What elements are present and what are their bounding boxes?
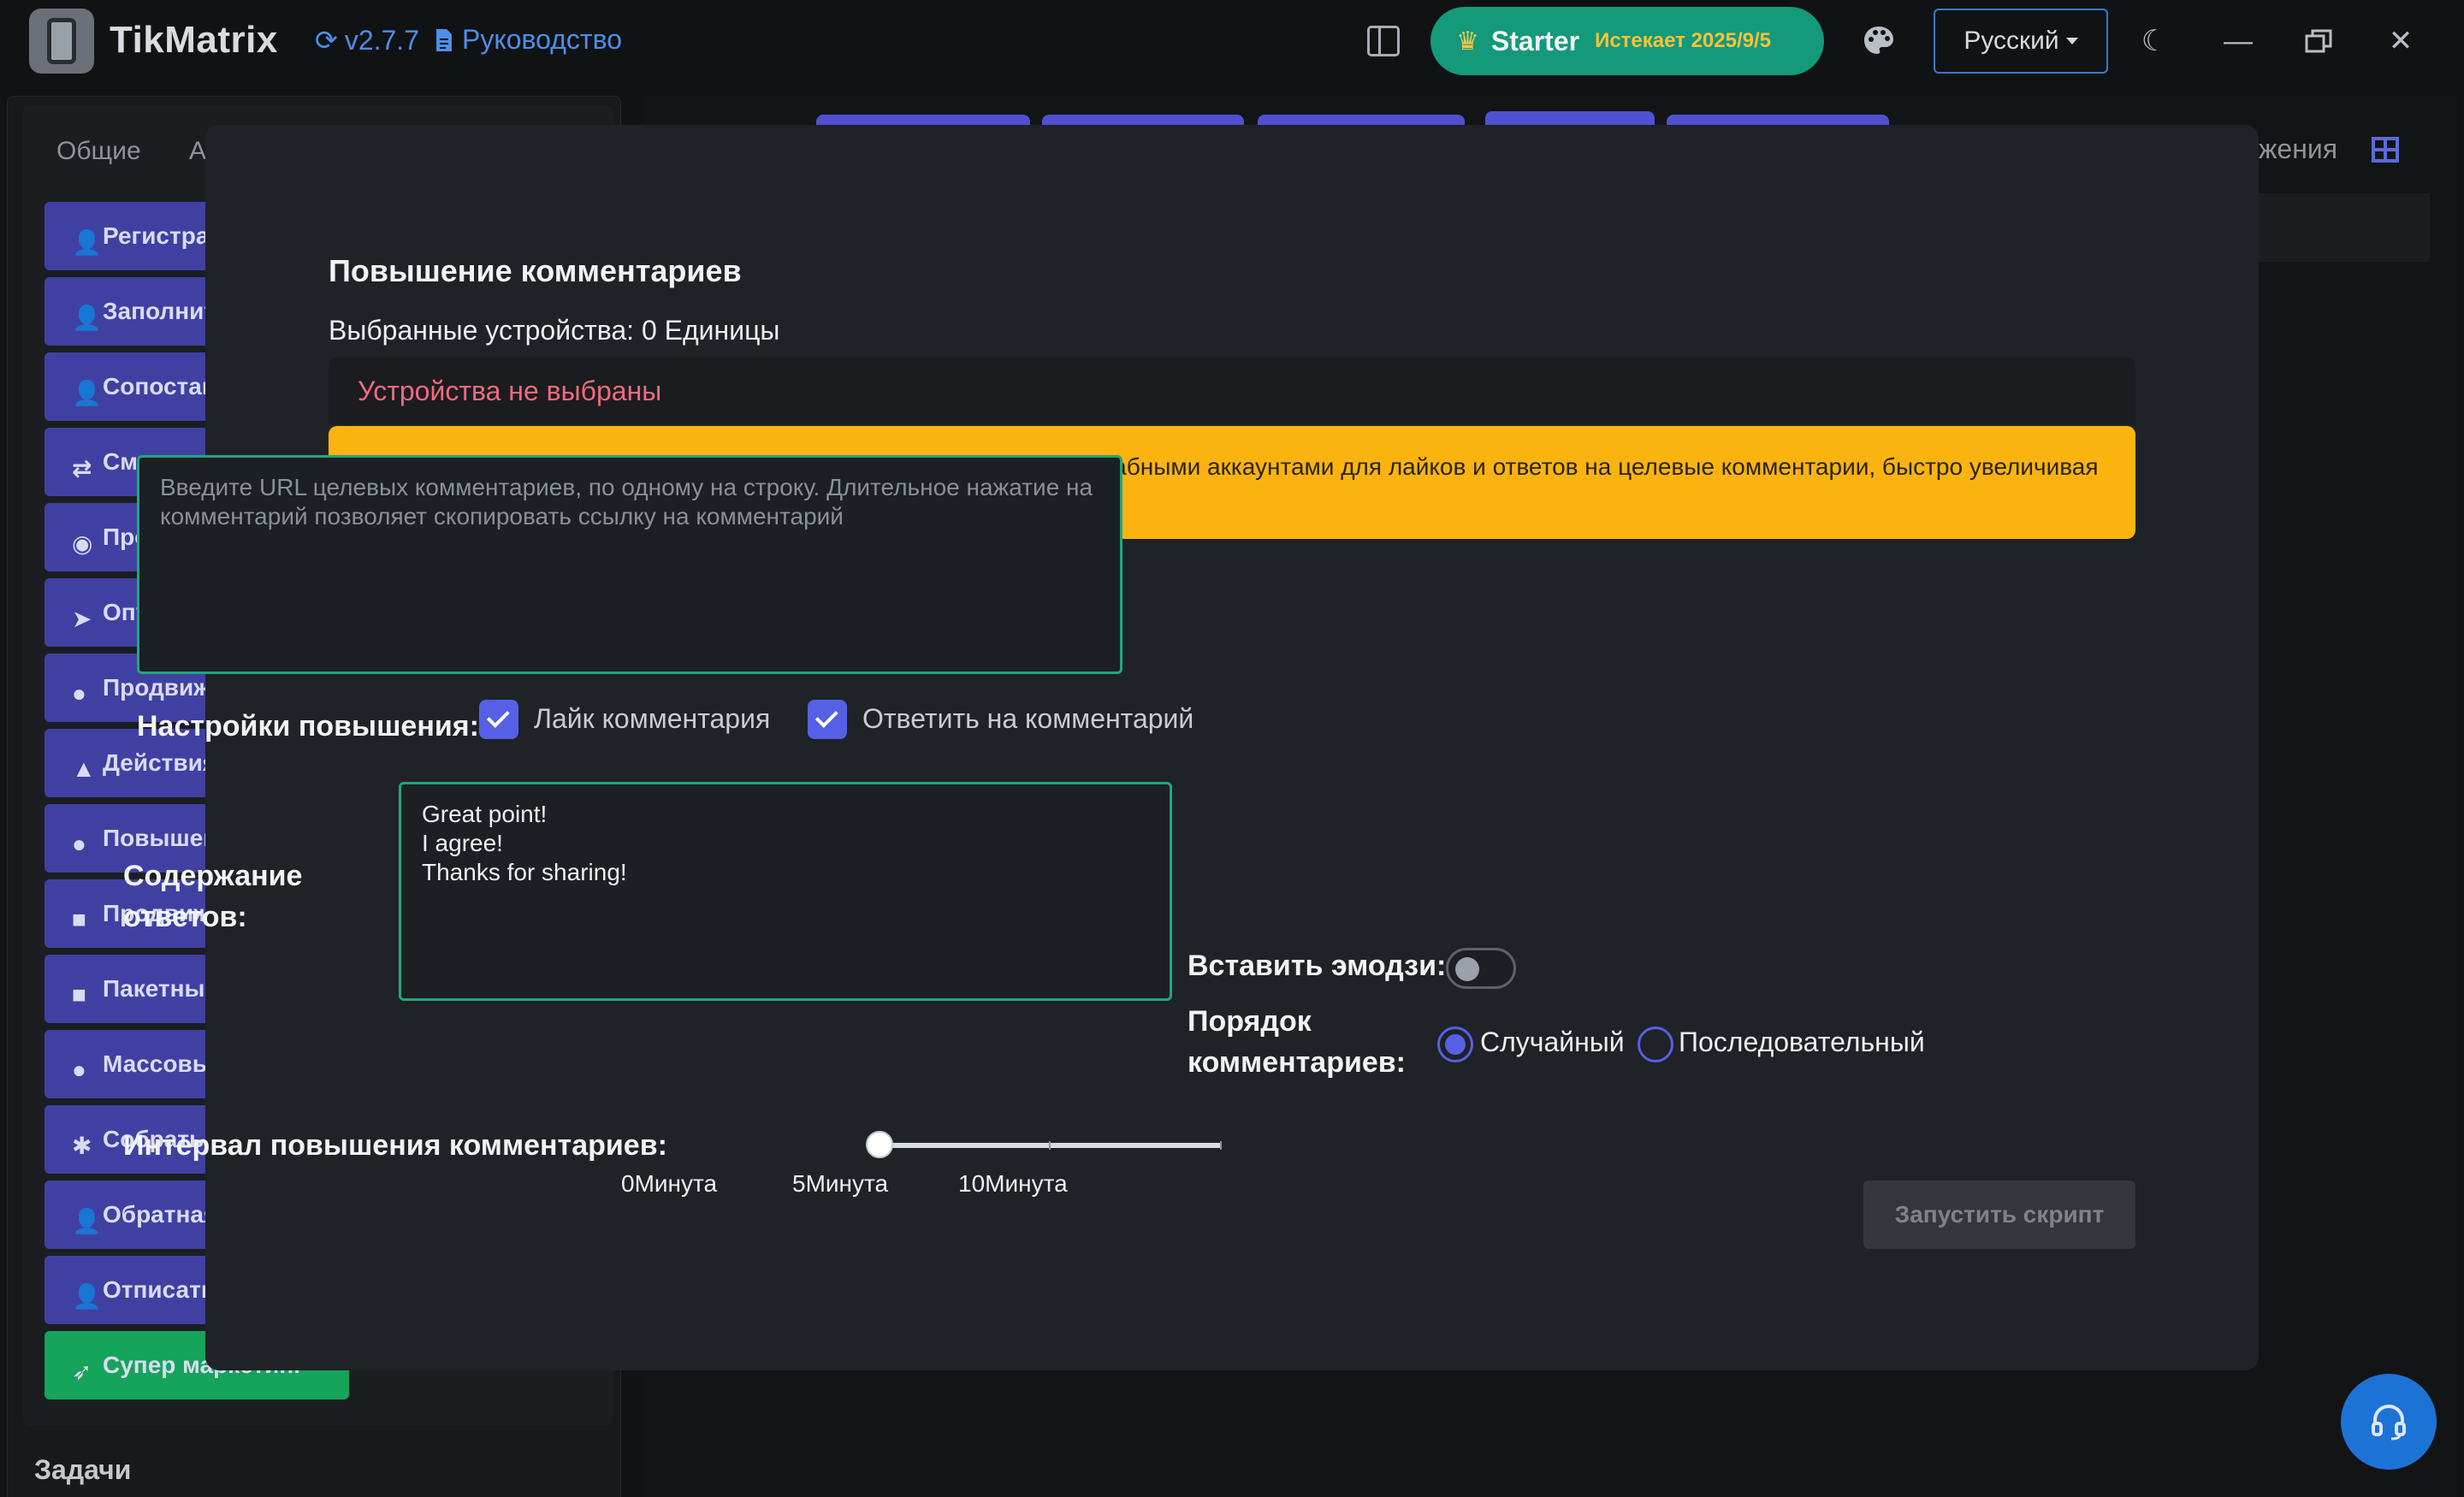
guide-link[interactable]: Руководство (435, 24, 622, 56)
chevron-down-icon (2065, 38, 2078, 44)
support-headset-button[interactable] (2341, 1374, 2437, 1470)
menu-item-label: Обратная (103, 1201, 218, 1228)
title-bar: TikMatrix ⟳ v2.7.7 Руководство ♛ Starter… (0, 0, 2464, 82)
insert-emoji-label: Вставить эмодзи: (1188, 950, 1447, 982)
order-sequential-label[interactable]: Последовательный (1679, 1027, 1925, 1058)
restore-icon[interactable] (2298, 21, 2339, 62)
interval-slider-thumb[interactable] (866, 1131, 893, 1158)
user-minus-icon: 👤 (72, 1283, 102, 1310)
interval-slider-tick (1220, 1141, 1222, 1150)
interval-slider-track[interactable] (880, 1143, 1222, 1148)
run-script-button[interactable]: Запустить скрипт (1863, 1180, 2135, 1249)
user-plus-icon: 👤 (72, 305, 102, 331)
user-plus-icon: 👤 (72, 380, 102, 406)
comment-url-input[interactable] (137, 455, 1122, 674)
insert-emoji-toggle[interactable] (1446, 948, 1516, 989)
swap-icon: ⇄ (72, 455, 92, 482)
interval-mark-mid: 5Минута (792, 1170, 889, 1197)
moon-icon[interactable]: ☾ (2134, 21, 2175, 62)
grid-icon[interactable] (2372, 137, 2399, 163)
refresh-icon: ⟳ (315, 25, 338, 56)
crown-icon: ♛ (1456, 27, 1479, 56)
menu-item-label: Действия (103, 749, 217, 776)
order-sequential-radio[interactable] (1638, 1027, 1673, 1062)
reply-content-input[interactable]: Great point! I agree! Thanks for sharing… (399, 782, 1172, 1001)
tasks-title: Задачи (34, 1454, 132, 1485)
headset-icon (2372, 1405, 2406, 1441)
version-label: v2.7.7 (344, 24, 419, 56)
no-devices-message: Устройства не выбраны (329, 358, 2135, 424)
menu-item-label: Пакетные (103, 975, 219, 1002)
version-link[interactable]: ⟳ v2.7.7 (315, 24, 419, 56)
user-plus-icon: 👤 (72, 229, 102, 256)
interval-mark-max: 10Минута (958, 1170, 1068, 1197)
close-icon[interactable]: ✕ (2380, 21, 2421, 62)
interval-slider-tick (1049, 1141, 1051, 1150)
spider-icon: ✱ (72, 1133, 92, 1159)
guide-label: Руководство (462, 24, 622, 55)
plan-name: Starter (1490, 25, 1580, 56)
interval-mark-min: 0Минута (621, 1170, 718, 1197)
plan-expiry: Истекает 2025/9/5 (1595, 29, 1771, 52)
view-label: жения (2259, 133, 2338, 164)
palette-icon[interactable] (1862, 24, 1896, 58)
comment-boost-dialog: Повышение комментариев Выбранные устройс… (123, 125, 2259, 1370)
plan-badge[interactable]: ♛ Starter Истекает 2025/9/5 (1430, 7, 1824, 75)
language-label: Русский (1964, 27, 2059, 55)
comment-icon: ● (72, 1056, 86, 1083)
user-icon: ● (72, 680, 86, 707)
eye-icon: ◉ (72, 530, 93, 557)
sidebar-toggle-icon[interactable] (1367, 26, 1400, 56)
video-icon: ■ (72, 906, 86, 932)
boost-settings-label: Настройки повышения: (137, 710, 479, 743)
reply-content-label: Содержание ответов: (123, 860, 303, 933)
send-icon: ➤ (72, 606, 92, 632)
interval-label: Интервал повышения комментариев: (123, 1129, 667, 1162)
dialog-title: Повышение комментариев (329, 253, 742, 288)
background-card (2259, 193, 2430, 262)
no-devices-text: Устройства не выбраны (358, 375, 662, 406)
selected-devices-count: Выбранные устройства: 0 Единицы (329, 315, 780, 346)
order-random-radio[interactable] (1437, 1027, 1473, 1062)
language-select[interactable]: Русский (1934, 9, 2108, 74)
comment-order-label: Порядок комментариев: (1188, 1005, 1406, 1079)
like-comment-checkbox[interactable] (479, 700, 518, 739)
tab-general[interactable]: Общие (56, 137, 141, 165)
comment-icon: ● (72, 831, 86, 857)
like-comment-label[interactable]: Лайк комментария (534, 703, 770, 735)
rocket-icon: ➶ (72, 1358, 92, 1385)
order-random-label[interactable]: Случайный (1480, 1027, 1625, 1058)
app-name: TikMatrix (110, 19, 278, 61)
reply-comment-checkbox[interactable] (808, 700, 847, 739)
thumbs-up-icon: ▲ (72, 755, 96, 782)
minimize-icon[interactable]: — (2218, 21, 2259, 62)
document-icon (436, 28, 452, 51)
reply-comment-label[interactable]: Ответить на комментарий (862, 703, 1194, 735)
app-logo-icon (29, 9, 94, 74)
message-icon: ■ (72, 981, 86, 1008)
user-plus-icon: 👤 (72, 1208, 102, 1234)
